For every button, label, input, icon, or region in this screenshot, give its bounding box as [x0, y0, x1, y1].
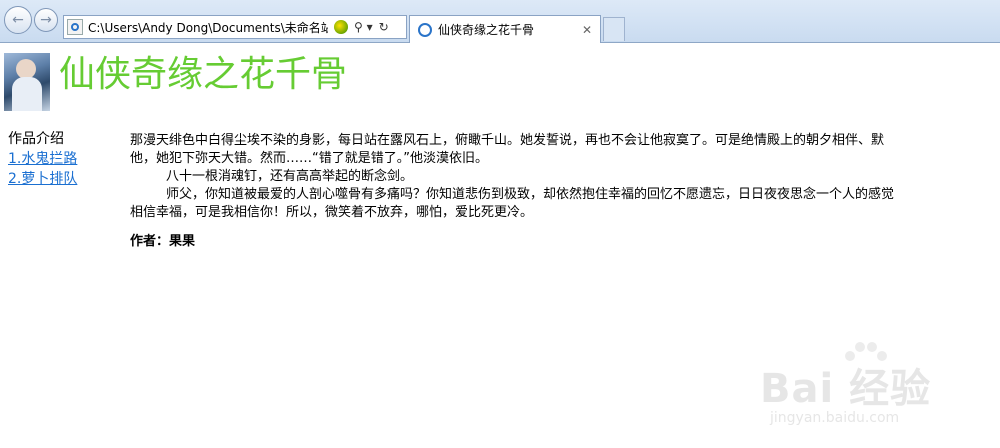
- page-title: 仙侠奇缘之花千骨: [59, 54, 348, 95]
- article-author: 作者：果果: [130, 234, 196, 249]
- page-icon: [67, 19, 83, 35]
- address-bar[interactable]: C:\Users\Andy Dong\Documents\未命名站点 ⚲ ▾ ↻: [63, 15, 407, 39]
- ie-page-icon: [418, 22, 432, 37]
- article-line: 相信幸福，可是我相信你！所以，微笑着不放弃，哪怕，爱比死更冷。: [130, 205, 534, 220]
- sidebar-link-1[interactable]: 1.水鬼拦路: [8, 149, 77, 169]
- baidu-watermark: Bai 经验 jingyan.baidu.com: [760, 338, 990, 438]
- forward-arrow-icon: →: [40, 12, 52, 28]
- back-arrow-icon: ←: [12, 12, 24, 28]
- article-line: 师父，你知道被最爱的人剖心噬骨有多痛吗？你知道悲伤到极致，却依然抱住幸福的回忆不…: [166, 187, 895, 202]
- browser-tab[interactable]: 仙侠奇缘之花千骨 ✕: [409, 15, 601, 43]
- refresh-icon[interactable]: ↻: [379, 20, 389, 34]
- back-button[interactable]: ←: [4, 6, 32, 34]
- article-body: 那漫天绯色中白得尘埃不染的身影，每日站在露风石上，俯瞰千山。她发誓说，再也不会让…: [130, 132, 1000, 251]
- address-text[interactable]: C:\Users\Andy Dong\Documents\未命名站点: [88, 19, 328, 36]
- article-line: 八十一根消魂钉，还有高高举起的断念剑。: [166, 169, 414, 184]
- close-tab-icon[interactable]: ✕: [582, 23, 592, 37]
- sidebar-link-2[interactable]: 2.萝卜排队: [8, 169, 77, 189]
- watermark-brand: Bai 经验: [760, 366, 932, 412]
- sidebar-heading: 作品介绍: [8, 131, 64, 147]
- watermark-url: jingyan.baidu.com: [770, 410, 900, 426]
- tab-title: 仙侠奇缘之花千骨: [438, 23, 535, 37]
- browser-toolbar: ← → C:\Users\Andy Dong\Documents\未命名站点 ⚲…: [0, 0, 1000, 43]
- forward-button[interactable]: →: [34, 8, 58, 32]
- article-line: 那漫天绯色中白得尘埃不染的身影，每日站在露风石上，俯瞰千山。她发誓说，再也不会让…: [130, 133, 885, 148]
- article-line: 他，她犯下弥天大错。然而……“错了就是错了。”他淡漠依旧。: [130, 151, 488, 166]
- sidebar: 作品介绍 1.水鬼拦路 2.萝卜排队: [8, 130, 77, 189]
- paw-icon: [845, 342, 887, 361]
- compatibility-view-icon[interactable]: [334, 20, 348, 34]
- logo-image: [4, 53, 50, 111]
- new-tab-button[interactable]: [603, 17, 625, 41]
- search-dropdown-icon[interactable]: ⚲ ▾: [354, 20, 373, 34]
